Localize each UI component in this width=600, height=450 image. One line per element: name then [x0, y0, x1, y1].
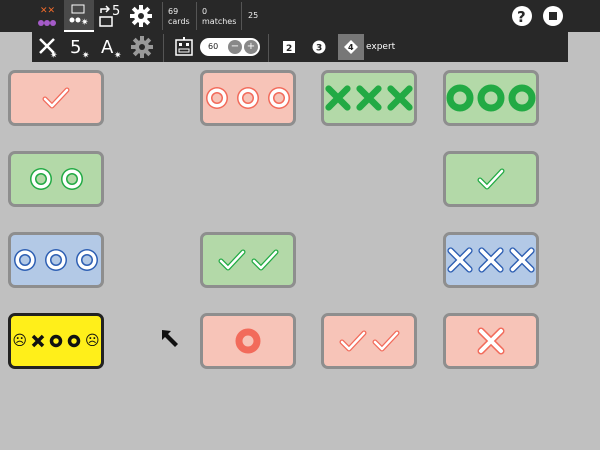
custom-count-label: 5 — [112, 4, 120, 19]
stepper-value: 60 — [208, 42, 219, 51]
game-card[interactable] — [8, 70, 104, 126]
circle-icon — [67, 334, 81, 348]
custom-deck-icon[interactable]: 5 — [96, 2, 126, 30]
cross-icon — [509, 247, 535, 273]
check-icon — [339, 330, 366, 352]
svg-text:✷: ✷ — [114, 51, 122, 59]
cross-icon — [387, 85, 413, 111]
sad-face-icon: ☹ — [85, 333, 100, 349]
custom-settings-gear-icon[interactable] — [128, 34, 156, 60]
svg-text:✷: ✷ — [81, 18, 89, 27]
game-card[interactable] — [8, 232, 104, 288]
matches-label: matches — [202, 17, 237, 26]
level-2-button[interactable]: 2 — [280, 38, 298, 56]
number-icon[interactable]: 5 ✷ — [66, 34, 94, 60]
svg-text:?: ? — [517, 8, 526, 26]
check-icon — [42, 87, 70, 109]
game-card[interactable] — [200, 313, 296, 369]
timer-stepper[interactable]: 60 − + — [200, 38, 260, 56]
symbol-cross-icon[interactable]: ✷ — [34, 34, 62, 60]
letter-icon[interactable]: A ✷ — [98, 34, 126, 60]
toolbar-separator — [163, 34, 164, 62]
game-card[interactable] — [443, 232, 539, 288]
level-name-label: expert — [366, 42, 396, 52]
game-logo-icon[interactable]: ✕✕ — [34, 2, 60, 30]
matches-count: 0 — [202, 7, 208, 16]
game-card[interactable] — [443, 313, 539, 369]
game-card[interactable] — [321, 70, 417, 126]
cross-icon — [325, 85, 351, 111]
mouse-cursor-icon — [160, 328, 182, 354]
game-card[interactable] — [321, 313, 417, 369]
game-card[interactable] — [200, 70, 296, 126]
check-icon — [372, 330, 399, 352]
robot-icon[interactable] — [170, 34, 198, 60]
level-4-button[interactable]: 4 — [338, 34, 364, 60]
level-3-button[interactable]: 3 — [310, 38, 328, 56]
stop-icon[interactable] — [541, 4, 565, 28]
circle-icon — [29, 168, 52, 190]
cross-icon — [356, 85, 382, 111]
game-card[interactable] — [8, 151, 104, 207]
help-icon[interactable]: ? — [510, 4, 534, 28]
score-value: 25 — [248, 11, 259, 20]
circle-icon — [206, 87, 228, 109]
check-icon — [218, 249, 245, 271]
game-card[interactable] — [200, 232, 296, 288]
check-icon — [477, 168, 505, 190]
toolbar-separator — [196, 2, 197, 30]
matches-stat: 0 matches — [202, 7, 236, 27]
circle-icon — [237, 87, 259, 109]
svg-text:✷: ✷ — [82, 51, 90, 59]
game-card[interactable]: ☹ ☹ — [8, 313, 104, 369]
cross-icon — [477, 327, 505, 355]
toolbar-separator — [162, 2, 163, 30]
letter-label: A — [101, 37, 114, 58]
check-icon — [251, 249, 278, 271]
cards-label: cards — [168, 17, 190, 26]
cards-count: 69 — [168, 7, 179, 16]
toolbar-separator — [241, 2, 242, 30]
sad-face-icon: ☹ — [12, 333, 27, 349]
main-toolbar: ✕✕ ✷ 5 69 cards 0 matches 25 ? — [0, 0, 600, 32]
digit-label: 5 — [70, 37, 81, 58]
game-card[interactable] — [443, 151, 539, 207]
circle-icon — [235, 328, 261, 354]
cards-stat: 69 cards — [168, 7, 190, 27]
cross-icon — [447, 247, 473, 273]
circle-icon — [49, 334, 63, 348]
score-stat: 25 — [248, 11, 258, 21]
level-3-label: 3 — [316, 44, 322, 54]
toolbar-separator — [268, 34, 269, 62]
svg-text:✷: ✷ — [50, 51, 58, 59]
circle-icon — [45, 249, 67, 271]
circle-icon — [76, 249, 98, 271]
tab-board-icon[interactable]: ✷ — [64, 0, 94, 32]
level-2-label: 2 — [286, 44, 292, 54]
circle-icon — [60, 168, 83, 190]
stepper-plus-button[interactable]: + — [244, 40, 258, 54]
circle-icon — [14, 249, 36, 271]
circle-icon — [508, 84, 536, 112]
svg-text:✕✕: ✕✕ — [40, 6, 55, 16]
level-4-label: 4 — [348, 43, 354, 52]
circle-icon — [268, 87, 290, 109]
settings-gear-icon[interactable] — [128, 2, 154, 30]
game-card[interactable] — [443, 70, 539, 126]
circle-icon — [477, 84, 505, 112]
cross-icon — [478, 247, 504, 273]
stepper-minus-button[interactable]: − — [228, 40, 242, 54]
cross-icon — [31, 334, 45, 348]
circle-icon — [446, 84, 474, 112]
secondary-toolbar: ✷ 5 ✷ A ✷ — [32, 32, 568, 62]
